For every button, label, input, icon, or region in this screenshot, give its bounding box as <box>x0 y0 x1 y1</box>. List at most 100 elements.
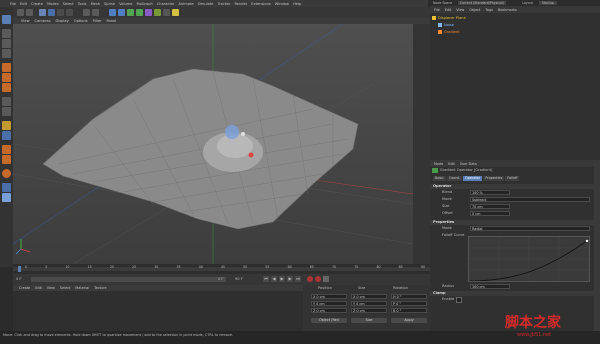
end-frame-field[interactable]: 90 F <box>235 277 243 281</box>
object-menu-tags[interactable]: Tags <box>485 8 493 12</box>
tab-falloff[interactable]: Falloff <box>505 176 520 181</box>
radius-field[interactable]: 100 cm <box>470 284 510 289</box>
menu-modes[interactable]: Modes <box>47 2 59 6</box>
cloner-icon[interactable] <box>136 9 143 16</box>
object-menu-file[interactable]: File <box>434 8 440 12</box>
subdivision-icon[interactable] <box>127 9 134 16</box>
size-mode-dropdown[interactable]: Size <box>351 318 387 323</box>
apply-button[interactable]: Apply <box>391 318 427 323</box>
field-value[interactable]: Subtract <box>470 197 590 202</box>
render-icon[interactable] <box>83 9 90 16</box>
menu-create[interactable]: Create <box>31 2 43 6</box>
attr-menu-mode[interactable]: Mode <box>434 162 443 166</box>
play-icon[interactable]: ▶ <box>279 276 285 282</box>
layout-dropdown[interactable]: Startup <box>538 1 557 5</box>
mode-dropdown[interactable]: Radial <box>470 226 590 231</box>
next-frame-icon[interactable]: ▶ <box>287 276 293 282</box>
axis-mode-icon[interactable] <box>2 107 11 116</box>
node-space-dropdown[interactable]: Current (Standard/Physical) <box>458 1 507 5</box>
playhead[interactable] <box>18 266 21 272</box>
workplane-icon[interactable] <box>2 49 11 58</box>
last-frame-icon[interactable]: ⏭ <box>295 276 301 282</box>
material-area[interactable] <box>13 291 303 331</box>
menu-window[interactable]: Window <box>275 2 289 6</box>
record-icon[interactable] <box>307 276 313 282</box>
texture-mode-icon[interactable] <box>2 39 11 48</box>
sculpt-icon[interactable] <box>2 145 11 154</box>
render-view-icon[interactable] <box>92 9 99 16</box>
select-icon[interactable] <box>39 9 46 16</box>
camera-icon[interactable] <box>163 9 170 16</box>
timeline[interactable]: 0 5 10 15 20 25 30 35 40 45 50 55 60 65 70 75 80 85 90 <box>13 264 430 274</box>
menu-help[interactable]: Help <box>293 2 301 6</box>
object-row[interactable]: Displacer Plane <box>432 15 466 21</box>
menu-extensions[interactable]: Extensions <box>251 2 271 6</box>
first-frame-icon[interactable]: ⏮ <box>263 276 269 282</box>
enable-checkbox[interactable] <box>456 297 462 303</box>
viewport-menu-view[interactable]: View <box>21 19 30 23</box>
material-menu-select[interactable]: Select <box>60 286 70 290</box>
size-y-field[interactable]: Y 0 cm <box>351 301 387 306</box>
viewport-menu-options[interactable]: Options <box>74 19 88 23</box>
tab-properties[interactable]: Properties <box>483 176 505 181</box>
material-menu-view[interactable]: View <box>47 286 55 290</box>
rotation-h-field[interactable]: H 0 ° <box>391 294 427 299</box>
position-y-field[interactable]: Y 0 cm <box>311 301 347 306</box>
size-x-field[interactable]: X 0 cm <box>351 294 387 299</box>
3d-viewport[interactable] <box>13 24 413 264</box>
cube-icon[interactable] <box>109 9 116 16</box>
menu-tools[interactable]: Tools <box>78 2 87 6</box>
rotation-p-field[interactable]: P 0 ° <box>391 301 427 306</box>
current-frame-field[interactable]: 0 F <box>218 277 224 281</box>
material-menu-texture[interactable]: Texture <box>94 286 106 290</box>
lock-icon[interactable] <box>2 131 11 140</box>
rotate-icon[interactable] <box>66 9 73 16</box>
move-icon[interactable] <box>48 9 55 16</box>
menu-spline[interactable]: Spline <box>104 2 115 6</box>
falloff-curve-graph[interactable] <box>468 236 590 282</box>
position-z-field[interactable]: Z 0 cm <box>311 308 347 313</box>
attr-menu-user-data[interactable]: User Data <box>460 162 477 166</box>
menu-file[interactable]: File <box>10 2 16 6</box>
viewport-menu-cameras[interactable]: Cameras <box>35 19 51 23</box>
menu-mograph[interactable]: MoGraph <box>136 2 152 6</box>
material-menu-material[interactable]: Material <box>75 286 89 290</box>
object-menu-bookmarks[interactable]: Bookmarks <box>498 8 517 12</box>
material-menu-edit[interactable]: Edit <box>35 286 42 290</box>
menu-character[interactable]: Character <box>157 2 175 6</box>
tab-coord-[interactable]: Coord. <box>446 176 463 181</box>
uv-mode-icon[interactable] <box>2 97 11 106</box>
object-mode-dropdown[interactable]: Object (Rel) <box>311 318 347 323</box>
object-menu-edit[interactable]: Edit <box>445 8 452 12</box>
auto-key-icon[interactable] <box>315 276 321 282</box>
viewport-menu-panel[interactable]: Panel <box>107 19 117 23</box>
paint-icon[interactable] <box>2 155 11 164</box>
pen-icon[interactable] <box>118 9 125 16</box>
range-slider[interactable] <box>31 277 226 282</box>
edges-mode-icon[interactable] <box>2 73 11 82</box>
make-editable-icon[interactable] <box>2 15 11 24</box>
menu-animate[interactable]: Animate <box>179 2 194 6</box>
object-row[interactable]: Gradient <box>438 29 460 35</box>
wrench-icon[interactable] <box>2 183 11 192</box>
menu-render[interactable]: Render <box>234 2 247 6</box>
key-icon[interactable] <box>323 276 329 282</box>
model-mode-icon[interactable] <box>2 29 11 38</box>
tab-operator[interactable]: Operator <box>463 176 483 181</box>
menu-select[interactable]: Select <box>63 2 74 6</box>
scene-icon[interactable] <box>154 9 161 16</box>
menu-volume[interactable]: Volume <box>119 2 132 6</box>
deformer-icon[interactable] <box>145 9 152 16</box>
tab-basic[interactable]: Basic <box>433 176 446 181</box>
field-value[interactable]: 0 cm <box>470 211 510 216</box>
scale-icon[interactable] <box>57 9 64 16</box>
object-menu-view[interactable]: View <box>456 8 464 12</box>
field-value[interactable]: 70 cm <box>470 204 510 209</box>
menu-simulate[interactable]: Simulate <box>198 2 214 6</box>
menu-tracker[interactable]: Tracker <box>218 2 231 6</box>
object-row[interactable]: Noise <box>438 22 454 28</box>
attr-menu-edit[interactable]: Edit <box>448 162 455 166</box>
viewport-menu-display[interactable]: Display <box>56 19 69 23</box>
undo-icon[interactable] <box>17 9 24 16</box>
viewport-menu-filter[interactable]: Filter <box>93 19 102 23</box>
